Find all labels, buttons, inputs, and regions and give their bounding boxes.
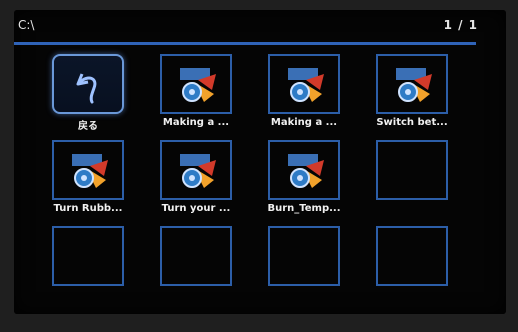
tile[interactable] [268,140,340,200]
tile-selected[interactable] [52,54,124,114]
tile-empty[interactable] [268,226,340,286]
grid-item-file[interactable]: Making a ... [256,54,352,144]
grid-item-label: Turn Rubb... [53,203,123,214]
tile[interactable] [160,140,232,200]
tile-empty[interactable] [52,226,124,286]
grid-item-file[interactable]: Turn your ... [148,140,244,230]
video-file-icon [288,68,324,102]
grid-item-empty[interactable] [148,226,244,316]
grid-item-label: Switch bet... [376,117,448,128]
grid-item-label: Making a ... [162,117,230,128]
tile[interactable] [52,140,124,200]
video-file-icon [288,154,324,188]
grid-item-file[interactable]: Switch bet... [364,54,460,144]
video-file-icon [396,68,432,102]
grid-item-file[interactable]: Turn Rubb... [40,140,136,230]
current-path: C:\ [18,18,35,32]
tile[interactable] [376,54,448,114]
header-divider [14,42,476,45]
tile-empty[interactable] [376,226,448,286]
grid-item-empty[interactable] [40,226,136,316]
header-bar: C:\ 1 / 1 [18,16,478,34]
grid-item-empty[interactable] [364,226,460,316]
grid-item-back[interactable]: 戻る [40,54,136,144]
grid-item-empty[interactable] [364,140,460,230]
tile-empty[interactable] [376,140,448,200]
grid-item-label: Burn_Temp... [267,203,341,214]
video-file-icon [72,154,108,188]
grid-item-file[interactable]: Burn_Temp... [256,140,352,230]
tile[interactable] [268,54,340,114]
tile[interactable] [160,54,232,114]
page-indicator: 1 / 1 [443,18,478,32]
grid-item-label: Turn your ... [161,203,231,214]
grid-item-label: Making a ... [270,117,338,128]
grid-item-label: 戻る [78,121,98,132]
video-file-icon [180,68,216,102]
grid-item-file[interactable]: Making a ... [148,54,244,144]
video-file-icon [180,154,216,188]
back-arrow-icon [76,73,97,104]
tile-empty[interactable] [160,226,232,286]
grid-item-empty[interactable] [256,226,352,316]
